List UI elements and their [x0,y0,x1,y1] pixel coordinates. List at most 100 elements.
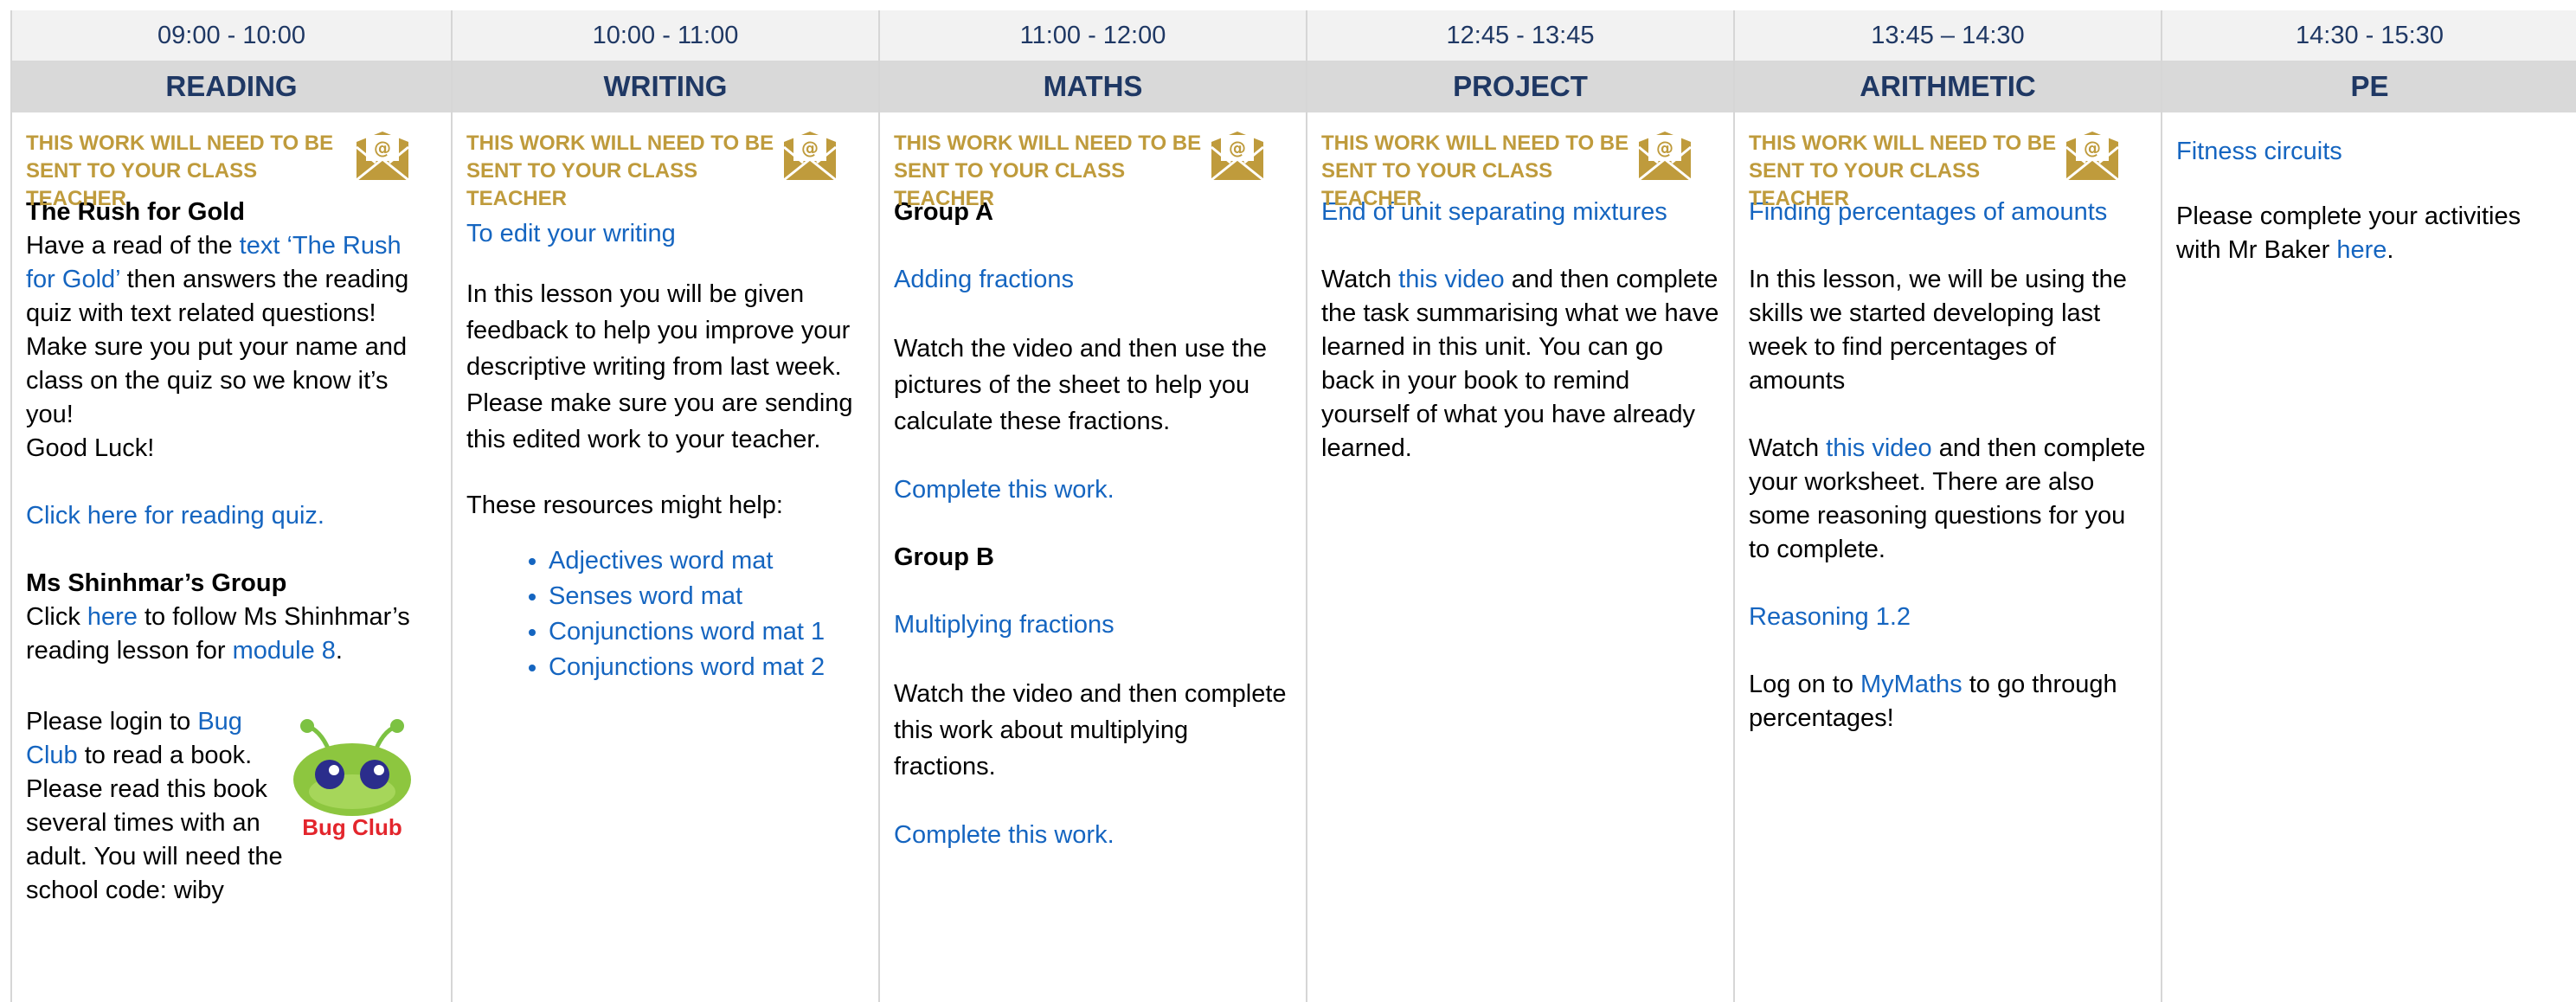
here-link[interactable]: here [2336,236,2386,264]
arithmetic-intro: In this lesson, we will be using the ski… [1749,266,2127,395]
edit-writing-link[interactable]: To edit your writing [466,217,864,251]
arithmetic-instructions: Watch this video and then complete your … [1749,432,2147,567]
send-to-teacher-notice: THIS WORK WILL NEED TO BE SENT TO YOUR C… [26,128,437,210]
good-luck-text: Good Luck! [26,434,155,462]
subject-heading-reading: READING [10,61,452,112]
complete-work-link[interactable]: Complete this work. [894,473,1292,507]
mymaths-link[interactable]: MyMaths [1860,671,1963,698]
writing-instructions: In this lesson you will be given feedbac… [466,280,853,453]
text: Click [26,603,87,631]
text: and then complete the task summarising w… [1321,266,1719,462]
subject-heading-pe: PE [2161,61,2576,112]
bug-club-section: Please login to Bug Club to read a book.… [26,705,437,908]
arithmetic-cell: THIS WORK WILL NEED TO BE SENT TO YOUR C… [1733,112,2162,1002]
complete-work-link[interactable]: Complete this work. [894,819,1292,852]
notice-text: THIS WORK WILL NEED TO BE SENT TO YOUR C… [1321,132,1629,210]
group-b-title: Group B [894,543,994,571]
text: Please login to [26,708,198,735]
text: . [2386,236,2394,264]
group-instructions: Click here to follow Ms Shinhmar’s readi… [26,601,437,668]
reading-cell: THIS WORK WILL NEED TO BE SENT TO YOUR C… [10,112,452,1002]
resource-link[interactable]: Conjunctions word mat 2 [549,650,864,685]
content-row: THIS WORK WILL NEED TO BE SENT TO YOUR C… [10,112,2576,1002]
module-8-link[interactable]: module 8 [233,637,336,665]
mail-icon[interactable] [781,128,838,185]
timetable-page: 09:00 - 10:00 10:00 - 11:00 11:00 - 12:0… [0,0,2576,1002]
pe-instructions: Please complete your activities with Mr … [2176,200,2563,267]
writing-cell: THIS WORK WILL NEED TO BE SENT TO YOUR C… [451,112,879,1002]
subject-heading-writing: WRITING [451,61,879,112]
notice-text: THIS WORK WILL NEED TO BE SENT TO YOUR C… [894,132,1202,210]
resource-link[interactable]: Senses word mat [549,579,864,614]
group-title: Ms Shinhmar’s Group [26,569,287,597]
group-here-link[interactable]: here [87,603,138,631]
bug-club-logo-text: Bug Club [302,814,402,840]
project-cell: THIS WORK WILL NEED TO BE SENT TO YOUR C… [1306,112,1734,1002]
subject-heading-arithmetic: ARITHMETIC [1733,61,2162,112]
subject-heading-project: PROJECT [1306,61,1734,112]
mail-icon[interactable] [354,128,411,185]
resources-list: Adjectives word mat Senses word mat Conj… [466,543,864,685]
time-slot: 13:45 – 14:30 [1733,10,2162,61]
time-slot: 12:45 - 13:45 [1306,10,1734,61]
adding-fractions-link[interactable]: Adding fractions [894,263,1292,297]
text: Watch [1321,266,1399,293]
time-slot: 10:00 - 11:00 [451,10,879,61]
notice-text: THIS WORK WILL NEED TO BE SENT TO YOUR C… [26,132,334,210]
reasoning-link[interactable]: Reasoning 1.2 [1749,601,2147,634]
project-instructions: Watch this video and then complete the t… [1321,263,1719,466]
this-video-link[interactable]: this video [1826,434,1932,462]
mail-icon[interactable] [1636,128,1693,185]
send-to-teacher-notice: THIS WORK WILL NEED TO BE SENT TO YOUR C… [466,128,864,210]
notice-text: THIS WORK WILL NEED TO BE SENT TO YOUR C… [1749,132,2057,210]
maths-cell: THIS WORK WILL NEED TO BE SENT TO YOUR C… [878,112,1307,1002]
subject-row: READING WRITING MATHS PROJECT ARITHMETIC… [10,61,2576,112]
resource-link[interactable]: Adjectives word mat [549,543,864,579]
group-b-instructions: Watch the video and then complete this w… [894,680,1287,780]
notice-text: THIS WORK WILL NEED TO BE SENT TO YOUR C… [466,132,774,210]
multiplying-fractions-link[interactable]: Multiplying fractions [894,608,1292,642]
text: Watch [1749,434,1827,462]
reading-instructions: Have a read of the text ‘The Rush for Go… [26,229,437,432]
reading-quiz-link[interactable]: Click here for reading quiz. [26,499,437,533]
time-slot: 14:30 - 15:30 [2161,10,2576,61]
text: Log on to [1749,671,1860,698]
bug-club-logo[interactable]: Bug Club [288,714,416,844]
fitness-circuits-link[interactable]: Fitness circuits [2176,135,2563,169]
timetable: 09:00 - 10:00 10:00 - 11:00 11:00 - 12:0… [10,10,2576,1002]
bug-club-instructions: Please login to Bug Club to read a book.… [26,705,286,908]
resources-intro: These resources might help: [466,491,783,519]
mail-icon[interactable] [2064,128,2121,185]
send-to-teacher-notice: THIS WORK WILL NEED TO BE SENT TO YOUR C… [1321,128,1719,210]
text: . [335,637,343,665]
time-row: 09:00 - 10:00 10:00 - 11:00 11:00 - 12:0… [10,10,2576,61]
subject-heading-maths: MATHS [878,61,1307,112]
group-a-instructions: Watch the video and then use the picture… [894,335,1267,435]
pe-cell: Fitness circuits Please complete your ac… [2161,112,2576,1002]
this-video-link[interactable]: this video [1398,266,1505,293]
time-slot: 09:00 - 10:00 [10,10,452,61]
send-to-teacher-notice: THIS WORK WILL NEED TO BE SENT TO YOUR C… [894,128,1292,210]
mail-icon[interactable] [1209,128,1266,185]
resource-link[interactable]: Conjunctions word mat 1 [549,614,864,650]
text: Have a read of the [26,232,240,260]
